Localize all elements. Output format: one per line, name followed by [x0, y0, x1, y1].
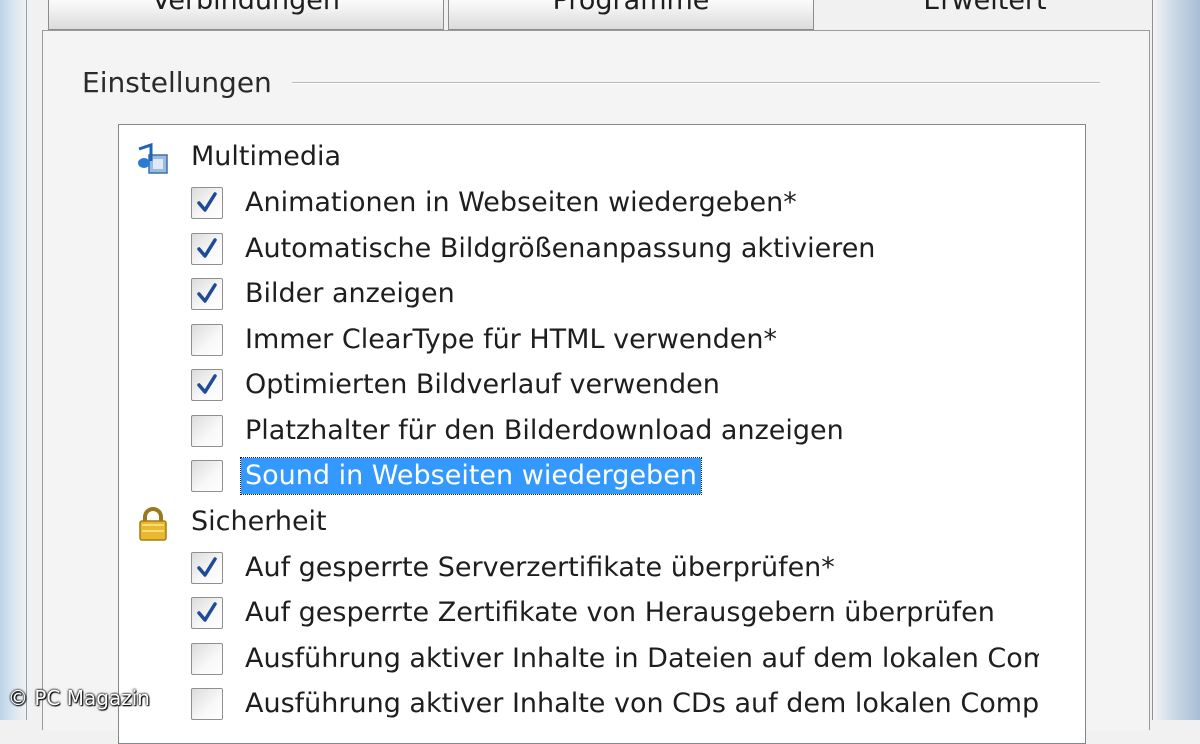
setting-item[interactable]: Optimierten Bildverlauf verwenden — [119, 363, 1039, 407]
window-frame-right — [1152, 0, 1200, 720]
checkbox-unchecked[interactable] — [191, 642, 223, 675]
multimedia-icon — [135, 141, 171, 177]
setting-item-label[interactable]: Platzhalter für den Bilderdownload anzei… — [245, 409, 844, 453]
setting-item-label[interactable]: Bilder anzeigen — [245, 272, 455, 316]
setting-item[interactable]: Platzhalter für den Bilderdownload anzei… — [119, 409, 1039, 453]
tab-connections[interactable]: Verbindungen — [48, 0, 444, 30]
setting-item[interactable]: Immer ClearType für HTML verwenden* — [119, 318, 1039, 362]
category-label: Sicherheit — [191, 505, 327, 537]
checkbox-unchecked[interactable] — [191, 323, 223, 356]
setting-item[interactable]: Ausführung aktiver Inhalte in Dateien au… — [119, 637, 1039, 681]
setting-item[interactable]: Bilder anzeigen — [119, 272, 1039, 316]
category-label: Multimedia — [191, 141, 342, 172]
settings-group-title: Einstellungen — [82, 66, 290, 99]
setting-item-label[interactable]: Immer ClearType für HTML verwenden* — [245, 318, 777, 362]
tab-advanced[interactable]: Erweitert — [840, 0, 1130, 20]
lock-icon — [135, 506, 171, 542]
category-0: Multimedia — [119, 135, 1039, 179]
checkbox-checked[interactable] — [191, 369, 223, 401]
tab-programs-label: Programme — [552, 0, 710, 16]
setting-item[interactable]: Ausführung aktiver Inhalte von CDs auf d… — [119, 682, 1039, 726]
tab-programs[interactable]: Programme — [448, 0, 814, 30]
watermark: © PC Magazin — [8, 686, 150, 710]
setting-item-label[interactable]: Animationen in Webseiten wiedergeben* — [245, 181, 797, 225]
checkbox-checked[interactable] — [191, 187, 223, 219]
setting-item-label[interactable]: Automatische Bildgrößenanpassung aktivie… — [245, 227, 875, 271]
setting-item-label[interactable]: Optimierten Bildverlauf verwenden — [245, 363, 720, 407]
setting-item[interactable]: Auf gesperrte Zertifikate von Herausgebe… — [119, 591, 1039, 635]
setting-item[interactable]: Auf gesperrte Serverzertifikate überprüf… — [119, 546, 1039, 590]
setting-item-label[interactable]: Ausführung aktiver Inhalte von CDs auf d… — [245, 682, 1039, 726]
checkbox-unchecked[interactable] — [191, 688, 223, 720]
checkbox-checked[interactable] — [191, 551, 223, 584]
setting-item-label[interactable]: Sound in Webseiten wiedergeben — [240, 457, 702, 495]
checkbox-unchecked[interactable] — [191, 460, 223, 492]
checkbox-checked[interactable] — [191, 232, 223, 265]
setting-item[interactable]: Animationen in Webseiten wiedergeben* — [119, 181, 1039, 225]
setting-item-label[interactable]: Ausführung aktiver Inhalte in Dateien au… — [245, 637, 1039, 681]
setting-item[interactable]: Sound in Webseiten wiedergeben — [119, 454, 1039, 498]
setting-item[interactable]: Automatische Bildgrößenanpassung aktivie… — [119, 227, 1039, 271]
group-divider — [292, 82, 1100, 84]
window-frame-left — [0, 0, 27, 720]
tab-advanced-label: Erweitert — [923, 0, 1047, 16]
category-1: Sicherheit — [119, 500, 1039, 544]
settings-list[interactable]: ▲ MultimediaAnimationen in Webseiten wie… — [118, 124, 1086, 744]
setting-item-label[interactable]: Auf gesperrte Serverzertifikate überprüf… — [245, 546, 835, 590]
checkbox-checked[interactable] — [191, 278, 223, 310]
setting-item-label[interactable]: Auf gesperrte Zertifikate von Herausgebe… — [245, 591, 995, 635]
checkbox-unchecked[interactable] — [191, 414, 223, 447]
tab-connections-label: Verbindungen — [151, 0, 341, 16]
checkbox-checked[interactable] — [191, 597, 223, 629]
